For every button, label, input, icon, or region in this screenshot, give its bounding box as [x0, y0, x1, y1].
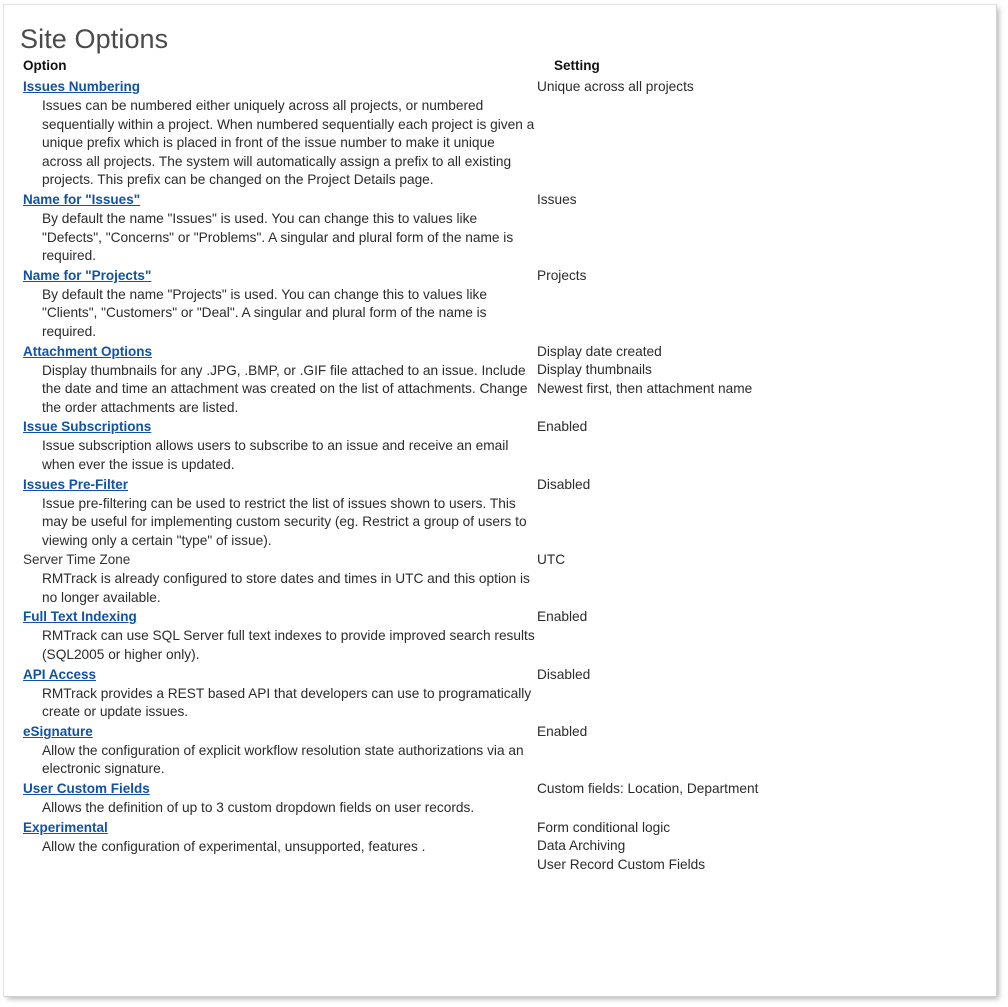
option-description: By default the name "Projects" is used. …	[42, 286, 487, 339]
option-description: Issues can be numbered either uniquely a…	[42, 98, 535, 188]
table-row: Experimental Allow the configuration of e…	[20, 818, 988, 875]
table-row: User Custom Fields Allows the definition …	[20, 779, 988, 818]
setting-values: Form conditional logic Data Archiving User…	[537, 818, 988, 875]
option-cell: Attachment Options Display thumbnails for…	[20, 342, 537, 418]
setting-values: Projects	[537, 266, 988, 286]
setting-values: Disabled	[537, 665, 988, 685]
setting-value: Enabled	[537, 609, 588, 625]
option-link[interactable]: Experimental	[20, 818, 537, 837]
setting-value: Disabled	[537, 666, 591, 682]
table-row: Issue Subscriptions Issue subscription al…	[20, 417, 988, 474]
setting-value: Issues	[537, 191, 577, 207]
table-row: Issues Numbering Issues can be numbered e…	[20, 77, 988, 190]
table-row: eSignature Allow the configuration of exp…	[20, 722, 988, 779]
option-link[interactable]: User Custom Fields	[20, 779, 537, 798]
setting-value: UTC	[537, 552, 566, 568]
option-link[interactable]: Full Text Indexing	[20, 607, 537, 626]
table-row: Issues Pre-Filter Issue pre-filtering can…	[20, 475, 988, 551]
option-cell: Name for "Issues" By default the name "Is…	[20, 190, 537, 266]
table-body: Issues Numbering Issues can be numbered e…	[20, 77, 988, 874]
table-row: Name for "Projects" By default the name "…	[20, 266, 988, 342]
setting-value: User Record Custom Fields	[537, 856, 706, 872]
setting-cell: Enabled	[537, 607, 988, 664]
option-link[interactable]: Issues Pre-Filter	[20, 475, 537, 494]
setting-values: UTC	[537, 550, 988, 570]
setting-value: Form conditional logic	[537, 819, 671, 835]
option-cell: Issues Pre-Filter Issue pre-filtering can…	[20, 475, 537, 551]
option-description: RMTrack can use SQL Server full text ind…	[42, 628, 535, 663]
setting-cell: Unique across all projects	[537, 77, 988, 190]
option-cell: eSignature Allow the configuration of exp…	[20, 722, 537, 779]
setting-value: Custom fields: Location, Department	[537, 781, 759, 797]
option-cell: Issue Subscriptions Issue subscription al…	[20, 417, 537, 474]
setting-value: Newest first, then attachment name	[537, 380, 753, 396]
option-cell: API Access RMTrack provides a REST based …	[20, 665, 537, 722]
setting-values: Enabled	[537, 417, 988, 437]
option-description: Allow the configuration of explicit work…	[42, 742, 524, 777]
setting-values: Disabled	[537, 475, 988, 495]
option-label: Server Time Zone	[23, 552, 131, 568]
setting-cell: Disabled	[537, 475, 988, 551]
setting-cell: UTC	[537, 550, 988, 607]
setting-values: Enabled	[537, 722, 988, 742]
setting-value: Enabled	[537, 723, 588, 739]
setting-cell: Display date created Display thumbnails Ne…	[537, 342, 988, 418]
option-link[interactable]: Attachment Options	[20, 342, 537, 361]
setting-values: Enabled	[537, 607, 988, 627]
option-link[interactable]: API Access	[20, 665, 537, 684]
table-row: Full Text Indexing RMTrack can use SQL Se…	[20, 607, 988, 664]
option-cell: Experimental Allow the configuration of e…	[20, 818, 537, 875]
setting-cell: Enabled	[537, 722, 988, 779]
setting-value: Disabled	[537, 476, 591, 492]
column-header-option: Option	[23, 58, 67, 73]
option-link[interactable]: eSignature	[20, 722, 537, 741]
setting-value: Display thumbnails	[537, 362, 652, 378]
option-cell: Issues Numbering Issues can be numbered e…	[20, 77, 537, 190]
option-cell: Name for "Projects" By default the name "…	[20, 266, 537, 342]
option-link[interactable]: Issues Numbering	[20, 77, 537, 96]
table-row: Server Time Zone RMTrack is already confi…	[20, 550, 988, 607]
table-row: Attachment Options Display thumbnails for…	[20, 342, 988, 418]
column-header-setting: Setting	[554, 58, 600, 73]
setting-cell: Enabled	[537, 417, 988, 474]
option-description: Allow the configuration of experimental,…	[42, 838, 426, 854]
setting-values: Display date created Display thumbnails Ne…	[537, 342, 988, 399]
setting-cell: Issues	[537, 190, 988, 266]
setting-value: Enabled	[537, 419, 588, 435]
option-link[interactable]: Name for "Issues"	[20, 190, 537, 209]
setting-values: Custom fields: Location, Department	[537, 779, 988, 799]
setting-value: Unique across all projects	[537, 79, 694, 94]
option-link[interactable]: Issue Subscriptions	[20, 417, 537, 436]
page-title: Site Options	[20, 24, 169, 54]
option-cell: User Custom Fields Allows the definition …	[20, 779, 537, 818]
table-row: Name for "Issues" By default the name "Is…	[20, 190, 988, 266]
setting-value: Projects	[537, 267, 587, 283]
setting-cell: Custom fields: Location, Department	[537, 779, 988, 818]
table-row: API Access RMTrack provides a REST based …	[20, 665, 988, 722]
option-description: By default the name "Issues" is used. Yo…	[42, 210, 514, 264]
option-cell: Full Text Indexing RMTrack can use SQL Se…	[20, 607, 537, 664]
setting-cell: Disabled	[537, 665, 988, 722]
content-area: Site Options Option Setting Issues Numbe…	[20, 23, 988, 874]
setting-value: Data Archiving	[537, 838, 626, 854]
setting-cell: Projects	[537, 266, 988, 342]
table-header: Option Setting	[20, 57, 988, 77]
option-description: Issue pre-filtering can be used to restr…	[42, 495, 527, 548]
setting-cell: Form conditional logic Data Archiving User…	[537, 818, 988, 875]
option-description: Allows the definition of up to 3 custom …	[42, 800, 475, 816]
option-description: Display thumbnails for any .JPG, .BMP, o…	[42, 362, 528, 415]
option-description: RMTrack is already configured to store d…	[42, 571, 530, 605]
setting-value: Display date created	[537, 343, 662, 359]
option-description: RMTrack provides a REST based API that d…	[42, 685, 532, 720]
table-header-row: Option Setting	[20, 57, 988, 77]
setting-values: Unique across all projects	[537, 77, 988, 97]
site-options-panel: Site Options Option Setting Issues Numbe…	[3, 4, 997, 997]
option-description: Issue subscription allows users to subsc…	[42, 438, 509, 472]
setting-values: Issues	[537, 190, 988, 210]
option-link[interactable]: Name for "Projects"	[20, 266, 537, 285]
site-options-table: Option Setting Issues Numbering Issues ca…	[20, 57, 988, 874]
option-cell: Server Time Zone RMTrack is already confi…	[20, 550, 537, 607]
